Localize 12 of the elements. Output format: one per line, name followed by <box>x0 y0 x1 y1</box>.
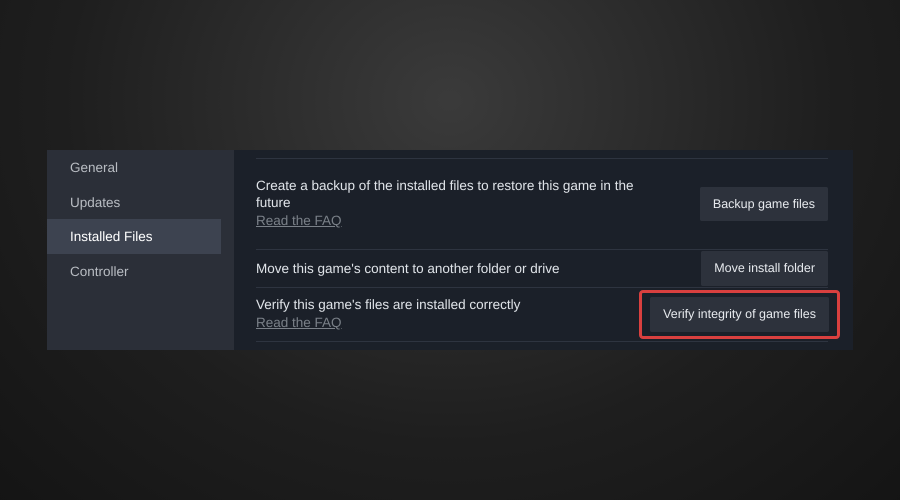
faq-link[interactable]: Read the FAQ <box>256 212 342 228</box>
action-button[interactable]: Backup game files <box>700 186 828 222</box>
faq-link[interactable]: Read the FAQ <box>256 314 342 330</box>
setting-description: Create a backup of the installed files to restore this game in the future <box>256 176 634 211</box>
sidebar-tab[interactable]: Controller <box>47 254 221 288</box>
action-button[interactable]: Move install folder <box>701 251 828 286</box>
sidebar-tab[interactable]: Installed Files <box>47 219 221 254</box>
setting-description: Verify this game's files are installed correctly <box>256 296 520 313</box>
setting-description: Move this game's content to another folder or drive <box>256 260 560 277</box>
sidebar-tab[interactable]: General <box>47 150 221 184</box>
sidebar-tab[interactable]: Updates <box>47 184 221 219</box>
action-button[interactable]: Verify integrity of game files <box>650 297 829 332</box>
